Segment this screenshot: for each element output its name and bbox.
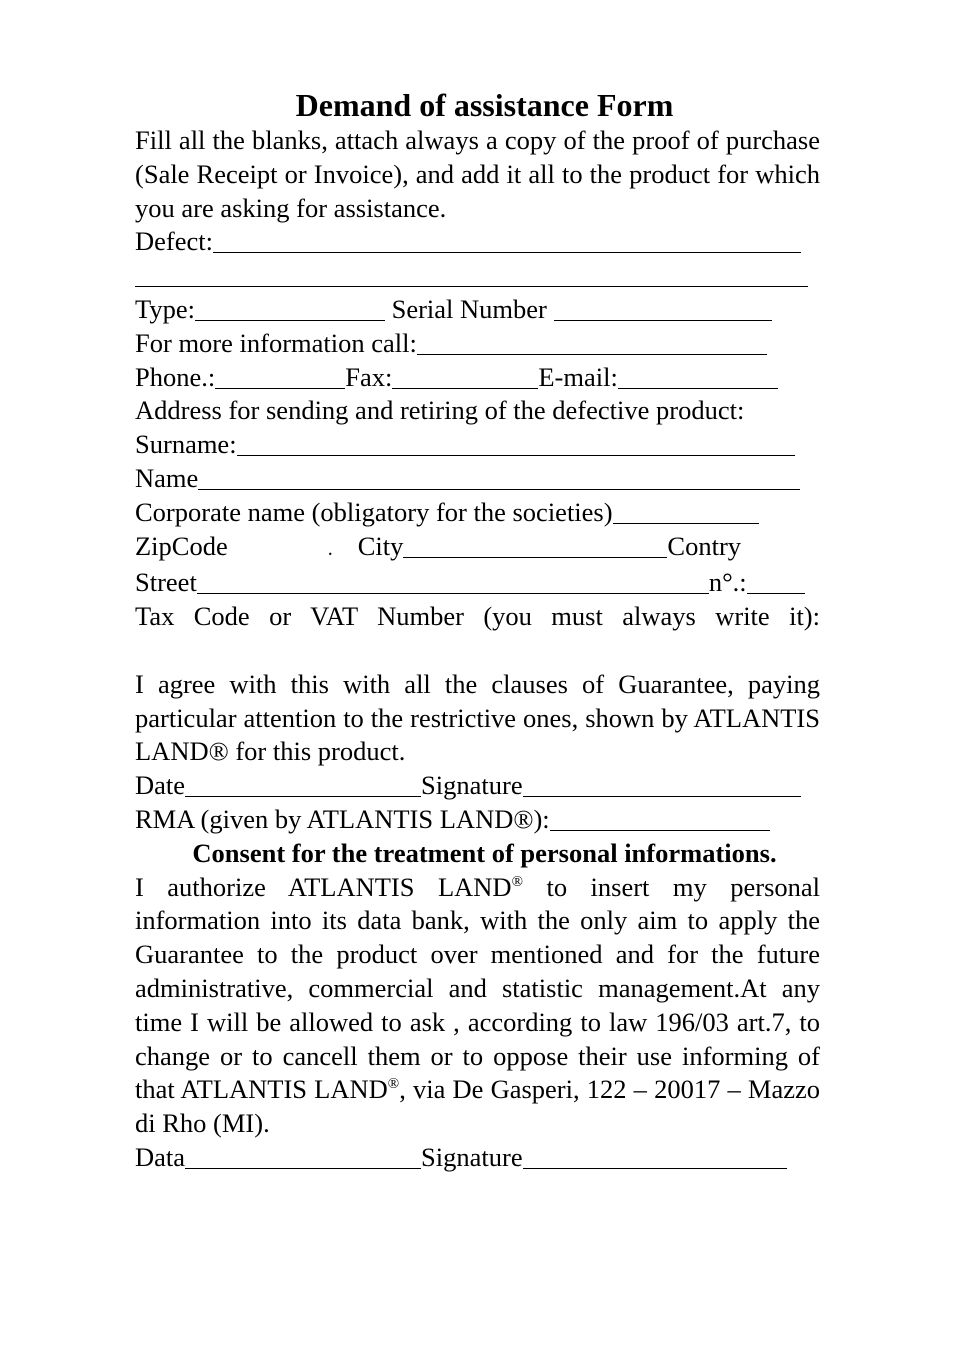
serial-number-label: Serial Number bbox=[391, 293, 547, 324]
signature-label-2: Signature bbox=[421, 1141, 523, 1172]
rma-label: RMA (given by ATLANTIS LAND®): bbox=[135, 803, 550, 834]
consent-paragraph: I authorize ATLANTIS LAND® to insert my … bbox=[135, 871, 820, 1141]
defect-field-line-2[interactable] bbox=[135, 264, 808, 288]
corporate-name-row: Corporate name (obligatory for the socie… bbox=[135, 496, 820, 530]
corporate-name-field[interactable] bbox=[612, 501, 759, 524]
data-label: Data bbox=[135, 1141, 186, 1172]
rma-row: RMA (given by ATLANTIS LAND®): bbox=[135, 803, 820, 837]
registered-mark: ® bbox=[511, 873, 523, 890]
intro-paragraph: Fill all the blanks, attach always a cop… bbox=[135, 125, 820, 223]
registered-mark-2: ® bbox=[387, 1076, 400, 1093]
assistance-form-page: Demand of assistance Form Fill all the b… bbox=[135, 86, 820, 1175]
street-label: Street bbox=[135, 567, 197, 598]
signature-field[interactable] bbox=[522, 774, 801, 798]
contact-row: Phone.: Fax: E-mail: bbox=[135, 361, 820, 395]
street-field[interactable] bbox=[196, 571, 709, 595]
type-label: Type: bbox=[135, 293, 195, 324]
name-label: Name bbox=[135, 462, 199, 493]
number-label: n°.: bbox=[708, 567, 747, 598]
consent-text-2: to insert my personal information into i… bbox=[135, 871, 821, 1105]
tax-code-field[interactable] bbox=[135, 634, 820, 668]
fax-label: Fax: bbox=[345, 361, 393, 392]
name-row: Name bbox=[135, 462, 820, 496]
phone-field[interactable] bbox=[215, 366, 346, 389]
rma-field[interactable] bbox=[549, 808, 770, 831]
phone-label: Phone.: bbox=[135, 361, 216, 392]
date-signature-row: Date Signature bbox=[135, 769, 820, 803]
zipcode-label: ZipCode bbox=[135, 530, 228, 561]
date-field[interactable] bbox=[185, 774, 422, 798]
agreement-paragraph: I agree with this with all the clauses o… bbox=[135, 668, 820, 767]
more-info-field[interactable] bbox=[416, 332, 767, 355]
fax-field[interactable] bbox=[392, 366, 539, 389]
email-field[interactable] bbox=[617, 366, 778, 389]
form-title: Demand of assistance Form bbox=[295, 87, 674, 123]
signature-label: Signature bbox=[421, 770, 523, 801]
type-field[interactable] bbox=[194, 298, 385, 321]
address-heading: Address for sending and retiring of the … bbox=[135, 395, 745, 426]
date-label: Date bbox=[135, 770, 186, 801]
zip-city-row: ZipCode. City Contry bbox=[135, 530, 820, 567]
tax-code-label: Tax Code or VAT Number (you must always … bbox=[135, 601, 820, 632]
defect-field[interactable] bbox=[212, 230, 801, 254]
country-label: Contry bbox=[667, 530, 742, 561]
corporate-name-label: Corporate name (obligatory for the socie… bbox=[135, 496, 613, 527]
city-field[interactable] bbox=[403, 535, 668, 558]
name-field[interactable] bbox=[198, 467, 801, 490]
more-info-label: For more information call: bbox=[135, 327, 417, 358]
serial-number-field[interactable] bbox=[553, 298, 772, 321]
street-row: Street n°.: bbox=[135, 566, 820, 600]
email-label: E-mail: bbox=[538, 361, 618, 392]
defect-row-2 bbox=[135, 259, 820, 293]
data-field[interactable] bbox=[185, 1146, 422, 1169]
type-serial-row: Type: Serial Number bbox=[135, 293, 820, 327]
city-label: City bbox=[357, 530, 404, 561]
surname-row: Surname: bbox=[135, 428, 820, 462]
defect-label: Defect: bbox=[135, 226, 213, 257]
defect-row: Defect: bbox=[135, 225, 820, 259]
signature-field-2[interactable] bbox=[522, 1146, 787, 1169]
surname-label: Surname: bbox=[135, 429, 237, 460]
number-field[interactable] bbox=[746, 571, 805, 595]
surname-field[interactable] bbox=[236, 433, 795, 457]
zipcode-field[interactable]: . bbox=[228, 533, 358, 567]
consent-heading: Consent for the treatment of personal in… bbox=[192, 837, 777, 868]
consent-text-1: I authorize ATLANTIS LAND bbox=[135, 871, 512, 902]
data-signature-row: Data Signature bbox=[135, 1141, 820, 1175]
more-info-row: For more information call: bbox=[135, 327, 820, 361]
